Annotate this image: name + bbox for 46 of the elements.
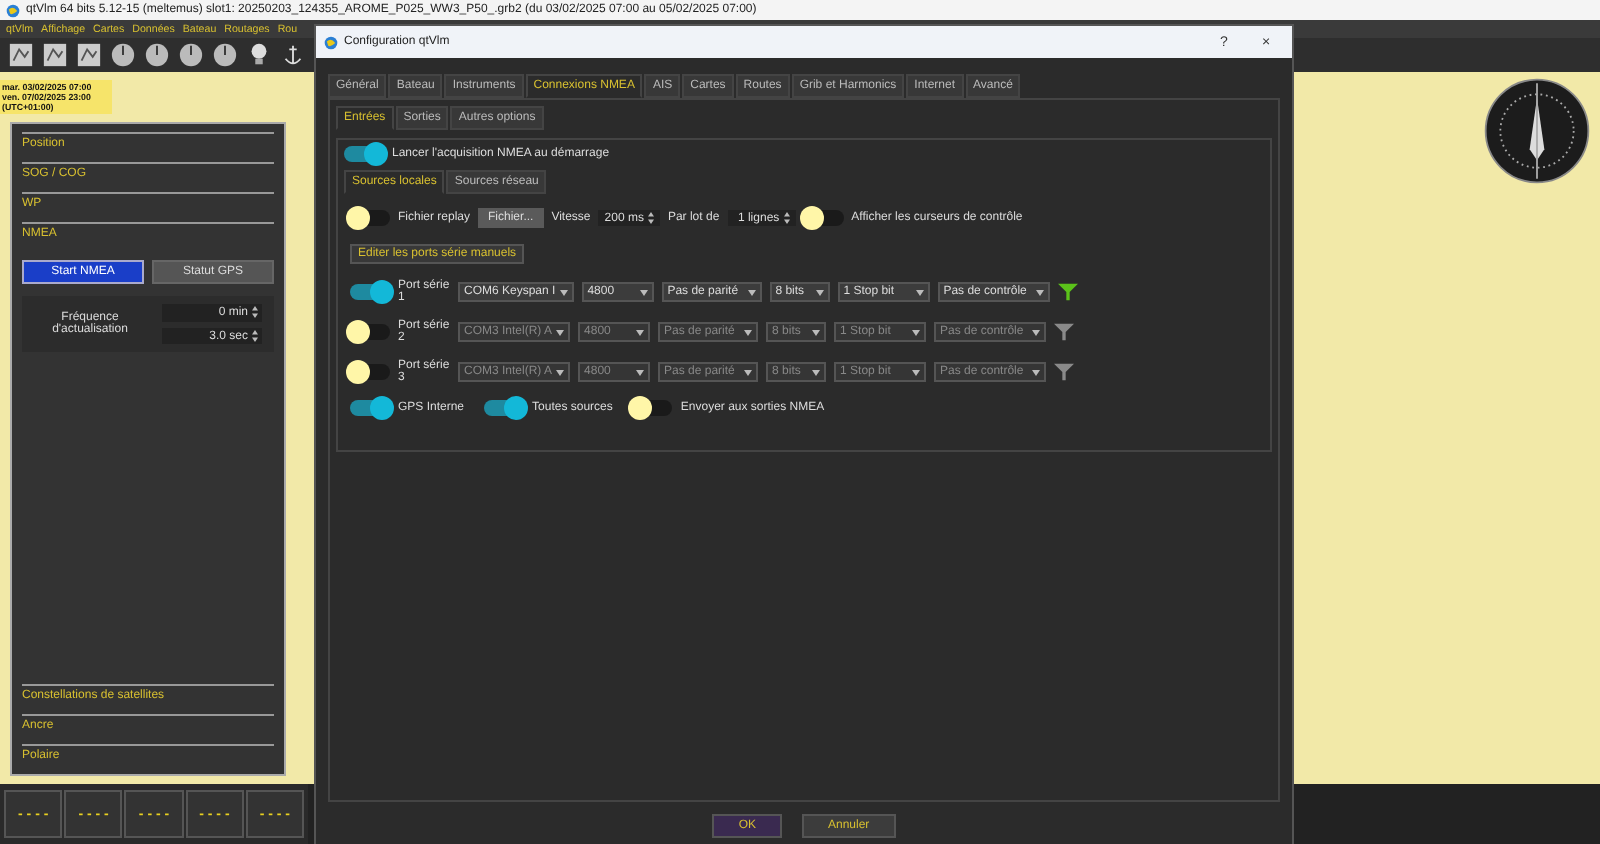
filter-icon[interactable]: [1054, 362, 1075, 382]
caret-icon: [744, 369, 753, 375]
caret-icon: [556, 329, 565, 335]
caret-icon: [559, 289, 568, 295]
map-icon[interactable]: [8, 42, 34, 68]
toggle-switch[interactable]: [350, 364, 390, 380]
dial-icon[interactable]: [178, 42, 204, 68]
caret-icon: [744, 329, 753, 335]
caret-icon: [639, 289, 648, 295]
globe-icon: [324, 35, 338, 49]
caret-icon: [1035, 289, 1044, 295]
spin-arrows-icon[interactable]: [647, 211, 654, 224]
dial-icon[interactable]: [212, 42, 238, 68]
toggle-switch[interactable]: [350, 210, 390, 226]
toggle-switch[interactable]: [350, 324, 390, 340]
anchor-icon[interactable]: [280, 42, 306, 68]
spin-arrows-icon[interactable]: [252, 329, 258, 342]
map-icon[interactable]: [76, 42, 102, 68]
spin-arrows-icon[interactable]: [783, 211, 790, 224]
map-icon[interactable]: [42, 42, 68, 68]
caret-icon: [556, 369, 565, 375]
caret-icon: [812, 329, 821, 335]
toggle-switch[interactable]: [344, 146, 384, 162]
caret-icon: [747, 289, 756, 295]
globe-icon: [6, 3, 20, 17]
toggle-switch[interactable]: [632, 400, 673, 416]
caret-icon: [915, 289, 924, 295]
toggle-switch[interactable]: [484, 400, 525, 416]
bulb-icon[interactable]: [246, 42, 272, 68]
dial-icon[interactable]: [110, 42, 136, 68]
toggle-switch[interactable]: [350, 284, 390, 300]
caret-icon: [912, 329, 921, 335]
filter-icon[interactable]: [1057, 282, 1078, 302]
filter-icon[interactable]: [1054, 322, 1075, 342]
caret-icon: [636, 369, 645, 375]
dial-icon[interactable]: [144, 42, 170, 68]
caret-icon: [812, 369, 821, 375]
toggle-switch[interactable]: [350, 400, 390, 416]
caret-icon: [636, 329, 645, 335]
caret-icon: [912, 369, 921, 375]
spin-arrows-icon[interactable]: [252, 306, 258, 318]
caret-icon: [815, 289, 824, 295]
caret-icon: [1032, 329, 1041, 335]
caret-icon: [1032, 369, 1041, 375]
toggle-switch[interactable]: [803, 210, 844, 226]
compass-icon: [1482, 76, 1592, 186]
